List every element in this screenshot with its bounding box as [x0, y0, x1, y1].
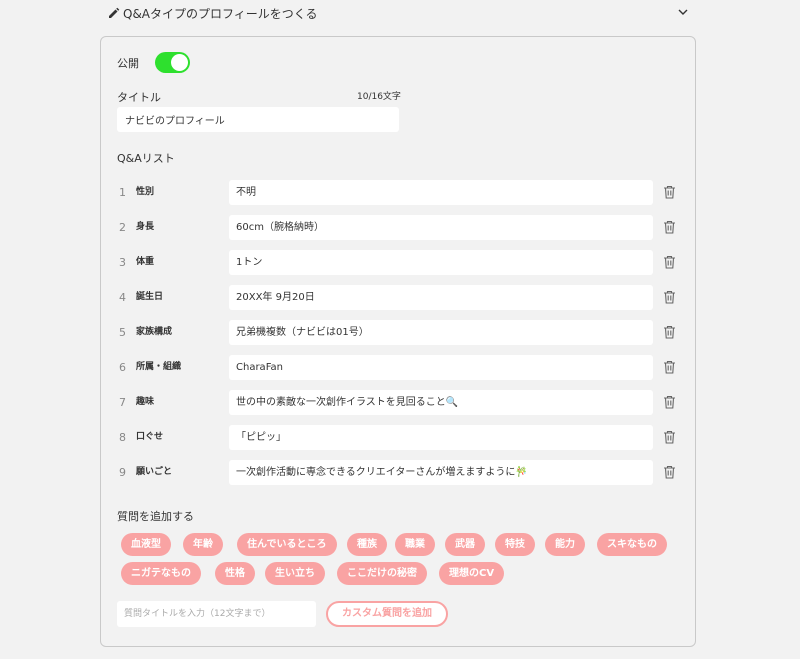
- public-toggle[interactable]: [155, 52, 190, 73]
- qa-answer-input[interactable]: 20XX年 9月20日: [229, 285, 653, 310]
- qa-answer-input[interactable]: CharaFan: [229, 355, 653, 380]
- qa-question: 誕生日: [136, 292, 164, 302]
- qa-number: 7: [119, 396, 126, 409]
- public-label: 公開: [117, 57, 139, 70]
- qa-answer-input[interactable]: 世の中の素敵な一次創作イラストを見回ること🔍: [229, 390, 653, 415]
- custom-question-input[interactable]: 質問タイトルを入力（12文字まで）: [117, 601, 316, 627]
- trash-icon[interactable]: [663, 430, 676, 444]
- qa-question: 所属・組織: [136, 362, 182, 372]
- qa-answer-input[interactable]: 一次創作活動に専念できるクリエイターさんが増えますように🎋: [229, 460, 653, 485]
- title-char-counter: 10/16文字: [357, 92, 401, 102]
- chip-blood-type[interactable]: 血液型: [121, 533, 171, 556]
- toggle-knob: [171, 54, 188, 71]
- add-question-label: 質問を追加する: [117, 510, 194, 523]
- qa-row: 9 願いごと 一次創作活動に専念できるクリエイターさんが増えますように🎋: [101, 460, 697, 485]
- qa-answer-input[interactable]: 1トン: [229, 250, 653, 275]
- qa-number: 5: [119, 326, 126, 339]
- section-title: Q&Aタイプのプロフィールをつくる: [123, 6, 318, 21]
- trash-icon[interactable]: [663, 290, 676, 304]
- qa-number: 2: [119, 221, 126, 234]
- chip-age[interactable]: 年齢: [183, 533, 223, 556]
- qa-question: 身長: [136, 222, 155, 232]
- trash-icon[interactable]: [663, 395, 676, 409]
- qa-row: 8 口ぐせ 「ピピッ」: [101, 425, 697, 450]
- qa-row: 3 体重 1トン: [101, 250, 697, 275]
- qa-row: 5 家族構成 兄弟機複数（ナビビは01号）: [101, 320, 697, 345]
- qa-question: 趣味: [136, 397, 155, 407]
- chip-species[interactable]: 種族: [347, 533, 387, 556]
- qa-row: 6 所属・組織 CharaFan: [101, 355, 697, 380]
- qa-question: 口ぐせ: [136, 432, 164, 442]
- qa-row: 1 性別 不明: [101, 180, 697, 205]
- qa-question: 体重: [136, 257, 155, 267]
- trash-icon[interactable]: [663, 465, 676, 479]
- qa-number: 4: [119, 291, 126, 304]
- qa-number: 1: [119, 186, 126, 199]
- qa-row: 7 趣味 世の中の素敵な一次創作イラストを見回ること🔍: [101, 390, 697, 415]
- trash-icon[interactable]: [663, 220, 676, 234]
- chip-ideal-cv[interactable]: 理想のCV: [439, 562, 505, 585]
- qa-number: 6: [119, 361, 126, 374]
- qa-answer-input[interactable]: 60cm（腕格納時）: [229, 215, 653, 240]
- chip-occupation[interactable]: 職業: [395, 533, 435, 556]
- chip-weapon[interactable]: 武器: [445, 533, 485, 556]
- qa-answer-input[interactable]: 「ピピッ」: [229, 425, 653, 450]
- qa-number: 9: [119, 466, 126, 479]
- qa-number: 8: [119, 431, 126, 444]
- trash-icon[interactable]: [663, 325, 676, 339]
- qa-row: 2 身長 60cm（腕格納時）: [101, 215, 697, 240]
- chevron-down-icon[interactable]: [677, 6, 689, 18]
- chip-residence[interactable]: 住んでいるところ: [237, 533, 337, 556]
- profile-form-card: 公開 タイトル 10/16文字 ナビビのプロフィール Q&Aリスト 1 性別 不…: [100, 36, 696, 647]
- qa-question: 家族構成: [136, 327, 173, 337]
- qa-row: 4 誕生日 20XX年 9月20日: [101, 285, 697, 310]
- qa-list-label: Q&Aリスト: [117, 152, 175, 165]
- chip-ability[interactable]: 能力: [545, 533, 585, 556]
- qa-question: 願いごと: [136, 467, 173, 477]
- section-header[interactable]: Q&Aタイプのプロフィールをつくる: [108, 3, 693, 23]
- title-label: タイトル: [117, 91, 161, 104]
- chip-skill[interactable]: 特技: [495, 533, 535, 556]
- qa-number: 3: [119, 256, 126, 269]
- qa-question: 性別: [136, 187, 155, 197]
- trash-icon[interactable]: [663, 360, 676, 374]
- chip-secret[interactable]: ここだけの秘密: [337, 562, 427, 585]
- add-custom-question-button[interactable]: カスタム質問を追加: [326, 601, 448, 627]
- trash-icon[interactable]: [663, 185, 676, 199]
- qa-answer-input[interactable]: 兄弟機複数（ナビビは01号）: [229, 320, 653, 345]
- qa-answer-input[interactable]: 不明: [229, 180, 653, 205]
- pencil-icon: [109, 7, 120, 18]
- title-input[interactable]: ナビビのプロフィール: [117, 107, 399, 132]
- trash-icon[interactable]: [663, 255, 676, 269]
- chip-background[interactable]: 生い立ち: [265, 562, 325, 585]
- chip-likes[interactable]: スキなもの: [597, 533, 667, 556]
- chip-personality[interactable]: 性格: [215, 562, 255, 585]
- chip-dislikes[interactable]: ニガテなもの: [121, 562, 201, 585]
